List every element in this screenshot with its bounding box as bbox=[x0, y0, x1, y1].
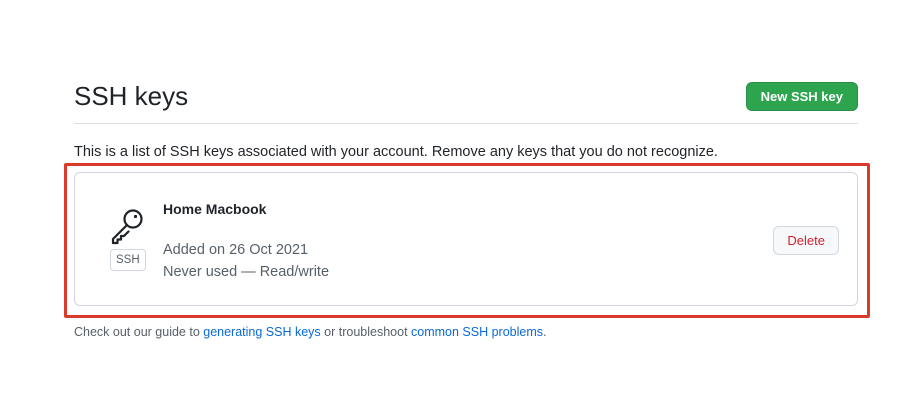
ssh-key-usage: Never used — Read/write bbox=[163, 264, 330, 280]
ssh-type-badge: SSH bbox=[110, 249, 146, 271]
ssh-keys-description: This is a list of SSH keys associated wi… bbox=[74, 144, 718, 160]
common-ssh-problems-link[interactable]: common SSH problems bbox=[411, 325, 543, 339]
footer-prefix: Check out our guide to bbox=[74, 325, 204, 339]
ssh-key-item: SSH Home Macbook Added on 26 Oct 2021 Ne… bbox=[74, 172, 858, 306]
footer-middle: or troubleshoot bbox=[320, 325, 412, 339]
delete-key-button[interactable]: Delete bbox=[773, 226, 839, 255]
ssh-key-title: Home Macbook bbox=[163, 201, 267, 217]
key-icon bbox=[109, 207, 147, 247]
footer-suffix: . bbox=[543, 325, 547, 339]
ssh-help-footer: Check out our guide to generating SSH ke… bbox=[74, 324, 547, 340]
ssh-keys-page: SSH keys New SSH key This is a list of S… bbox=[0, 0, 924, 416]
generating-ssh-keys-link[interactable]: generating SSH keys bbox=[203, 325, 320, 339]
new-ssh-key-button[interactable]: New SSH key bbox=[745, 82, 858, 111]
ssh-key-added-date: Added on 26 Oct 2021 bbox=[163, 242, 309, 258]
ssh-keys-header: SSH keys New SSH key bbox=[74, 80, 858, 124]
page-title: SSH keys bbox=[74, 81, 189, 111]
